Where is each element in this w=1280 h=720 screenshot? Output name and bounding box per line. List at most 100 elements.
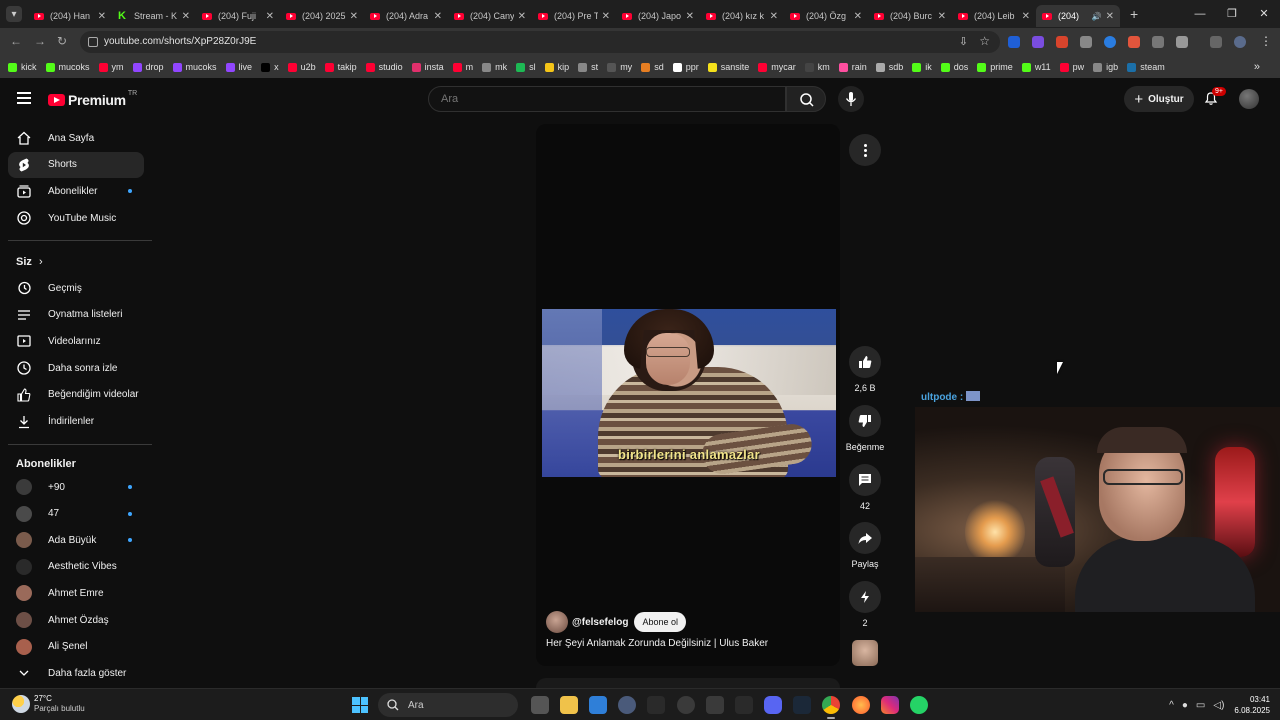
reading-list-icon[interactable] xyxy=(1210,36,1222,48)
extension-icon[interactable] xyxy=(1080,36,1092,48)
bookmark-item[interactable]: live xyxy=(225,62,252,72)
task-view-icon[interactable] xyxy=(531,696,549,714)
bookmark-item[interactable]: steam xyxy=(1127,62,1165,72)
bookmark-item[interactable]: sl xyxy=(516,62,536,72)
short-title[interactable]: Her Şeyi Anlamak Zorunda Değilsiniz | Ul… xyxy=(546,638,768,649)
bookmark-item[interactable]: u2b xyxy=(287,62,316,72)
extension-icon[interactable] xyxy=(1104,36,1116,48)
browser-tab[interactable]: (204) kız k ✕ xyxy=(700,5,784,27)
sidebar-item[interactable]: YouTube Music xyxy=(8,205,144,231)
firefox-icon[interactable] xyxy=(852,696,870,714)
create-button[interactable]: + Oluştur xyxy=(1124,86,1194,112)
tab-close-icon[interactable]: ✕ xyxy=(434,11,442,22)
share-button[interactable] xyxy=(849,522,881,554)
bookmark-item[interactable]: kip xyxy=(544,62,569,72)
sidebar-item[interactable]: Ahmet Emre xyxy=(8,580,144,606)
browser-tab[interactable]: (204) Pre T ✕ xyxy=(532,5,616,27)
sidebar-item[interactable]: Shorts xyxy=(8,151,144,178)
browser-tab[interactable]: (204) 🔊 ✕ xyxy=(1036,5,1120,27)
bookmark-item[interactable]: mucoks xyxy=(172,62,217,72)
remix-button[interactable] xyxy=(849,581,881,613)
back-icon[interactable]: ← xyxy=(10,34,22,48)
profile-icon[interactable] xyxy=(1234,36,1246,48)
subscribe-button[interactable]: Abone ol xyxy=(634,612,686,632)
bookmark-item[interactable]: takip xyxy=(324,62,357,72)
bookmark-item[interactable]: insta xyxy=(411,62,444,72)
extension-icon[interactable] xyxy=(1056,36,1068,48)
taskbar-search[interactable]: Ara xyxy=(378,693,518,717)
tab-close-icon[interactable]: ✕ xyxy=(350,11,358,22)
discord-icon[interactable] xyxy=(764,696,782,714)
chevron-up-icon[interactable]: ^ xyxy=(1169,700,1174,711)
dislike-button[interactable] xyxy=(849,405,881,437)
extension-icon[interactable] xyxy=(1008,36,1020,48)
search-box[interactable] xyxy=(428,86,786,112)
forward-icon[interactable]: → xyxy=(34,34,46,48)
tab-close-icon[interactable]: ✕ xyxy=(770,11,778,22)
address-url[interactable]: youtube.com/shorts/XpP28Z0rJ9E xyxy=(104,36,256,47)
app-icon[interactable] xyxy=(706,696,724,714)
chrome-icon[interactable] xyxy=(822,696,840,719)
tab-search-button[interactable]: ▾ xyxy=(6,6,22,22)
voice-search-button[interactable] xyxy=(838,86,864,112)
search-input[interactable] xyxy=(441,93,741,105)
channel-avatar[interactable] xyxy=(546,611,568,633)
site-info-icon[interactable] xyxy=(88,37,98,47)
tab-close-icon[interactable]: ✕ xyxy=(266,11,274,22)
restore-icon[interactable]: ❐ xyxy=(1216,0,1248,28)
store-icon[interactable] xyxy=(589,696,607,714)
minimize-icon[interactable]: — xyxy=(1184,0,1216,28)
browser-tab[interactable]: (204) Japo ✕ xyxy=(616,5,700,27)
browser-tab[interactable]: (204) Han ✕ xyxy=(28,5,112,27)
extensions-puzzle-icon[interactable] xyxy=(1176,36,1188,48)
bookmark-item[interactable]: drop xyxy=(132,62,164,72)
tab-audio-icon[interactable]: 🔊 xyxy=(1092,12,1102,21)
tab-close-icon[interactable]: ✕ xyxy=(1106,11,1114,22)
app-icon[interactable] xyxy=(735,696,753,714)
tab-close-icon[interactable]: ✕ xyxy=(854,11,862,22)
sidebar-item[interactable]: Oynatma listeleri xyxy=(8,302,144,328)
clock[interactable]: 03:41 6.08.2025 xyxy=(1234,694,1270,716)
razer-icon[interactable] xyxy=(647,696,665,714)
bookmark-item[interactable]: pw xyxy=(1059,62,1084,72)
you-section-heading[interactable]: Siz › xyxy=(16,256,43,268)
bookmark-item[interactable]: dos xyxy=(940,62,968,72)
bookmark-item[interactable]: m xyxy=(452,62,473,72)
dislike-action[interactable]: Beğenme xyxy=(846,405,884,452)
bookmark-item[interactable]: my xyxy=(607,62,632,72)
sidebar-item[interactable]: Aesthetic Vibes xyxy=(8,554,144,580)
browser-tab[interactable]: (204) Fuji ✕ xyxy=(196,5,280,27)
bookmark-item[interactable]: ppr xyxy=(672,62,699,72)
browser-tab[interactable]: (204) Adra ✕ xyxy=(364,5,448,27)
sidebar-item[interactable]: Ana Sayfa xyxy=(8,125,144,151)
youtube-logo[interactable]: Premium TR xyxy=(48,90,137,108)
like-button[interactable] xyxy=(849,346,881,378)
sidebar-item[interactable]: Ada Büyük xyxy=(8,527,144,553)
channel-name[interactable]: @felsefelog xyxy=(572,617,628,628)
share-action[interactable]: Paylaş xyxy=(849,522,881,569)
browser-tab[interactable]: (204) Leib ✕ xyxy=(952,5,1036,27)
sidebar-item[interactable]: Abonelikler xyxy=(8,178,144,204)
address-bar[interactable]: youtube.com/shorts/XpP28Z0rJ9E ⇩ ☆ xyxy=(80,31,1000,53)
volume-icon[interactable]: ◁) xyxy=(1213,700,1224,711)
browser-tab[interactable]: (204) Özg ✕ xyxy=(784,5,868,27)
like-action[interactable]: 2,6 B xyxy=(849,346,881,393)
sidebar-item[interactable]: Geçmiş xyxy=(8,275,144,301)
bookmark-item[interactable]: mycar xyxy=(758,62,796,72)
account-avatar[interactable] xyxy=(1239,89,1259,109)
tab-close-icon[interactable]: ✕ xyxy=(938,11,946,22)
browser-tab[interactable]: (204) 2025 ✕ xyxy=(280,5,364,27)
bookmarks-overflow[interactable]: » xyxy=(1254,61,1260,73)
settings-gear-icon[interactable] xyxy=(618,696,636,714)
bookmark-item[interactable]: ik xyxy=(912,62,932,72)
file-explorer-icon[interactable] xyxy=(560,696,578,714)
extension-icon[interactable] xyxy=(1032,36,1044,48)
show-more-button[interactable]: Daha fazla göster xyxy=(8,660,144,686)
tab-close-icon[interactable]: ✕ xyxy=(518,11,526,22)
browser-menu-icon[interactable]: ⋮ xyxy=(1260,34,1272,48)
comments-action[interactable]: 42 xyxy=(849,464,881,511)
close-window-icon[interactable]: ✕ xyxy=(1248,0,1280,28)
browser-tab[interactable]: K Stream - K ✕ xyxy=(112,5,196,27)
tab-close-icon[interactable]: ✕ xyxy=(1022,11,1030,22)
steam-icon[interactable] xyxy=(793,696,811,714)
